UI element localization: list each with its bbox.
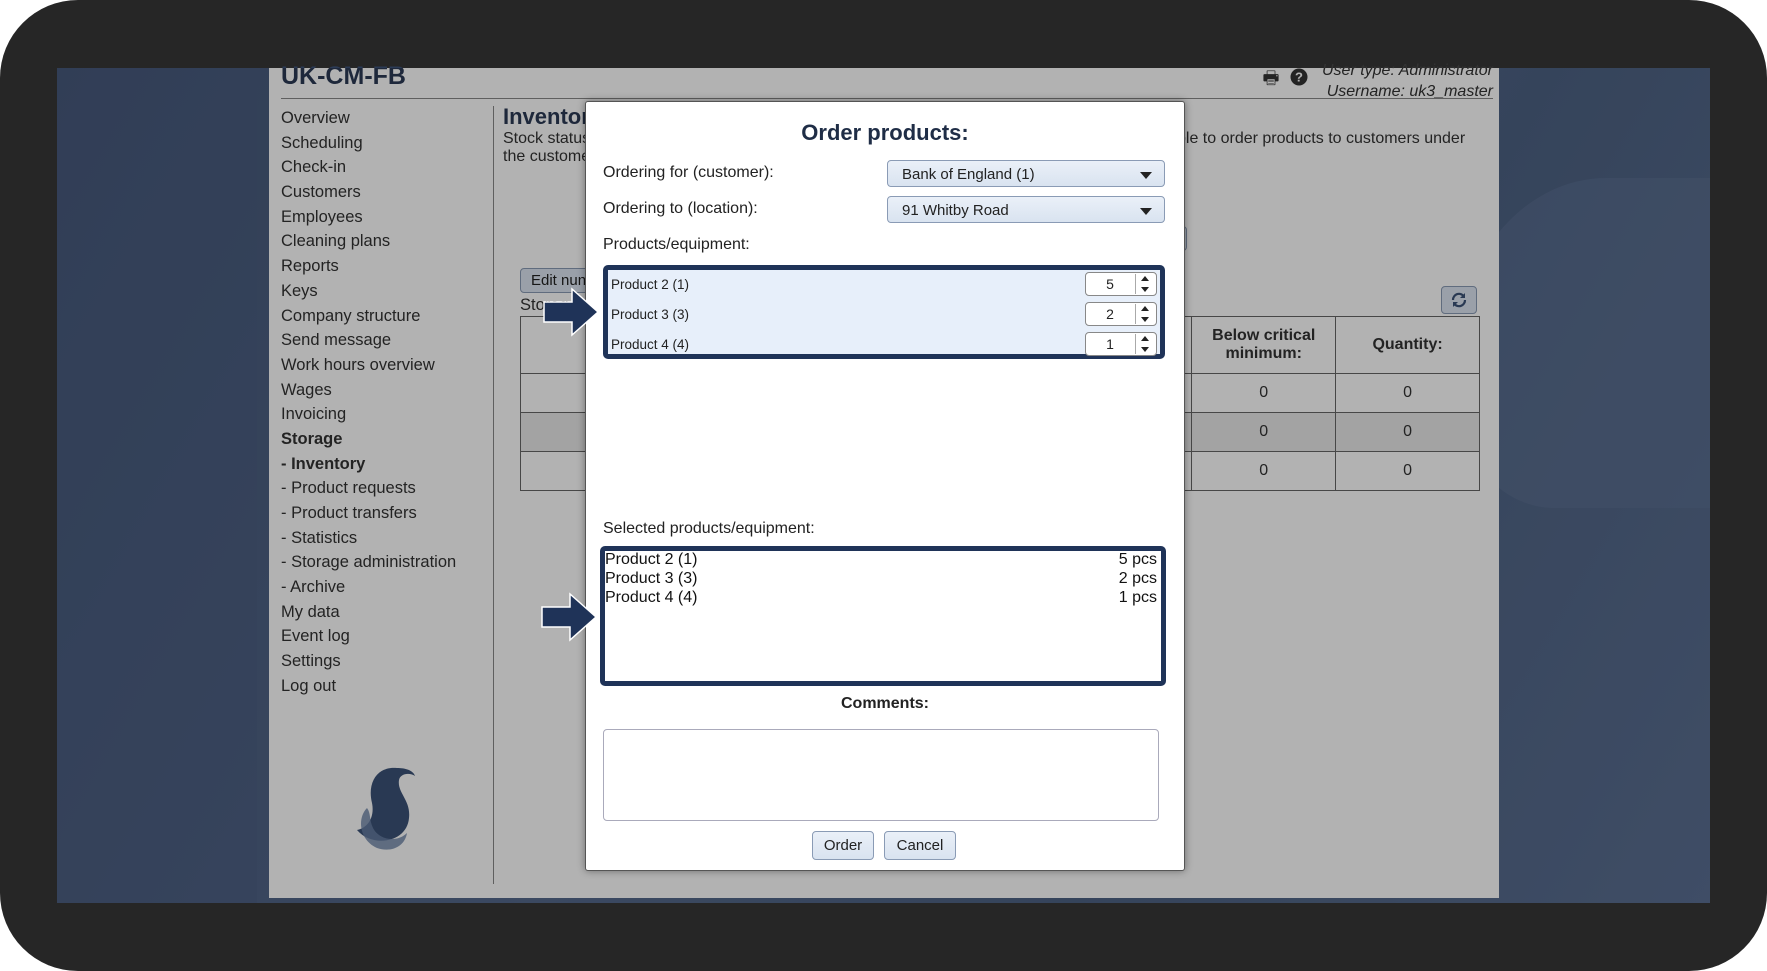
product-name: Product 3 (3): [611, 307, 690, 322]
products-label: Products/equipment:: [603, 236, 750, 253]
product-name: Product 4 (4): [611, 337, 690, 352]
products-list: Product 2 (1) 5 Product 3 (3) 2 Product …: [603, 265, 1165, 359]
comments-label: Comments:: [840, 695, 929, 712]
quantity-value: 1: [1106, 336, 1114, 352]
selected-item: Product 2 (1) 5 pcs: [605, 551, 1157, 570]
order-products-dialog: Order products: Ordering for (customer):…: [585, 101, 1185, 871]
quantity-stepper[interactable]: 1: [1085, 332, 1157, 356]
quantity-value: 2: [1106, 306, 1114, 322]
cancel-button[interactable]: Cancel: [884, 831, 956, 860]
selected-item-name: Product 2 (1): [605, 551, 698, 568]
selected-products-list: Product 2 (1) 5 pcs Product 3 (3) 2 pcs …: [600, 546, 1166, 686]
dialog-title: Order products:: [801, 120, 969, 145]
selected-item-qty: 1 pcs: [1118, 589, 1157, 606]
chevron-down-icon: [1140, 208, 1152, 215]
selected-item-name: Product 3 (3): [605, 570, 698, 587]
comments-textarea[interactable]: [603, 729, 1159, 821]
selected-item: Product 3 (3) 2 pcs: [605, 570, 1157, 589]
product-row: Product 2 (1) 5: [611, 272, 1157, 298]
arrow-right-icon: [543, 287, 600, 337]
product-row: Product 4 (4) 1: [611, 332, 1157, 358]
customer-label: Ordering for (customer):: [603, 164, 774, 181]
quantity-stepper[interactable]: 2: [1085, 302, 1157, 326]
selected-products-label: Selected products/equipment:: [603, 520, 815, 537]
stepper-arrows-icon[interactable]: [1135, 304, 1154, 324]
chevron-down-icon: [1140, 172, 1152, 179]
quantity-value: 5: [1106, 276, 1114, 292]
stepper-arrows-icon[interactable]: [1135, 334, 1154, 354]
product-row: Product 3 (3) 2: [611, 302, 1157, 328]
location-label: Ordering to (location):: [603, 200, 758, 217]
selected-item-name: Product 4 (4): [605, 589, 698, 606]
device-frame: UK-CM-FB 🖶 ? User type: Administrator Us…: [0, 0, 1767, 971]
product-name: Product 2 (1): [611, 277, 690, 292]
order-button[interactable]: Order: [812, 831, 874, 860]
selected-item: Product 4 (4) 1 pcs: [605, 589, 1157, 608]
location-select-value: 91 Whitby Road: [902, 202, 1009, 219]
location-select[interactable]: 91 Whitby Road: [887, 196, 1165, 223]
customer-select-value: Bank of England (1): [902, 166, 1035, 183]
stepper-arrows-icon[interactable]: [1135, 274, 1154, 294]
customer-select[interactable]: Bank of England (1): [887, 160, 1165, 187]
arrow-right-icon: [541, 592, 598, 642]
quantity-stepper[interactable]: 5: [1085, 272, 1157, 296]
selected-item-qty: 5 pcs: [1118, 551, 1157, 568]
selected-item-qty: 2 pcs: [1118, 570, 1157, 587]
